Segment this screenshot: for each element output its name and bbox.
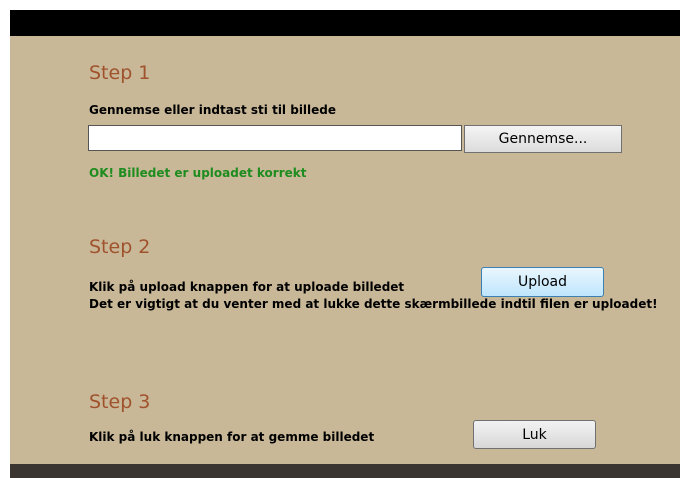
step2-title: Step 2 [89, 236, 151, 258]
upload-button[interactable]: Upload [481, 267, 604, 297]
image-path-input[interactable] [88, 125, 462, 151]
step1-title: Step 1 [89, 62, 151, 84]
bottom-bar [10, 464, 680, 478]
step3-title: Step 3 [89, 391, 151, 413]
step2-warning: Det er vigtigt at du venter med at lukke… [89, 297, 658, 311]
step2-instruction: Klik på upload knappen for at uploade bi… [89, 280, 405, 294]
step3-instruction: Klik på luk knappen for at gemme billede… [89, 430, 375, 444]
top-bar [10, 10, 680, 36]
step1-instruction: Gennemse eller indtast sti til billede [89, 103, 337, 117]
browse-button[interactable]: Gennemse... [464, 125, 622, 153]
close-button[interactable]: Luk [473, 420, 596, 449]
upload-status-message: OK! Billedet er uploadet korrekt [89, 166, 307, 180]
